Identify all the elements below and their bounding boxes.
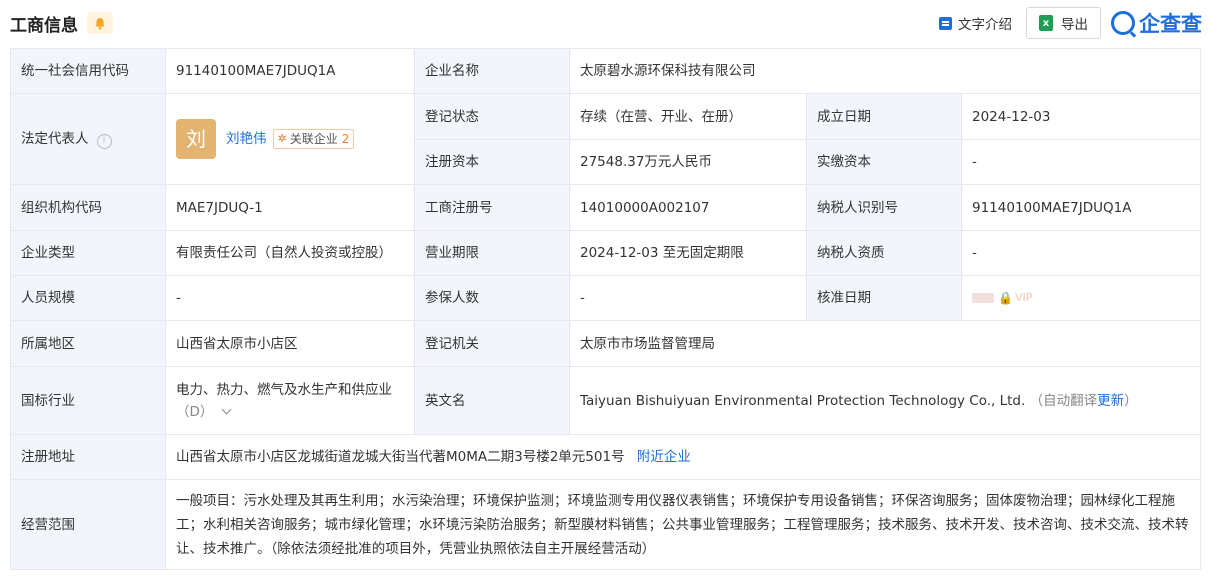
table-row: 组织机构代码 MAE7JDUQ-1 工商注册号 14010000A002107 …: [10, 184, 1201, 231]
paid-capital-value: -: [961, 139, 1201, 185]
english-name-cell: Taiyuan Bishuiyuan Environmental Protect…: [569, 366, 1201, 435]
info-icon[interactable]: i: [96, 133, 112, 149]
paid-capital-label: 实缴资本: [806, 139, 962, 185]
magnifier-logo-icon: [1111, 11, 1135, 35]
vip-locked-value[interactable]: 🔒 VIP: [972, 287, 1032, 309]
reg-address-cell: 山西省太原市小店区龙城街道龙城大街当代著M0MA二期3号楼2单元501号 附近企…: [165, 434, 1201, 480]
est-date-value: 2024-12-03: [961, 93, 1201, 140]
update-link[interactable]: 更新: [1097, 393, 1124, 409]
insured-label: 参保人数: [414, 275, 570, 321]
credit-code-label: 统一社会信用代码: [10, 48, 166, 94]
network-icon: ✲: [277, 132, 287, 145]
legal-rep-label: 法定代表人: [21, 131, 89, 147]
reg-authority-label: 登记机关: [414, 320, 570, 367]
reg-capital-value: 27548.37万元人民币: [569, 139, 807, 185]
table-row: 统一社会信用代码 91140100MAE7JDUQ1A 企业名称 太原碧水源环保…: [10, 48, 1201, 94]
nearby-companies-link[interactable]: 附近企业: [637, 449, 691, 465]
org-code-value: MAE7JDUQ-1: [165, 184, 415, 231]
industry-expand[interactable]: （D）: [176, 401, 404, 423]
related-companies-count: 2: [341, 132, 350, 146]
export-label: 导出: [1061, 17, 1088, 33]
auto-translate-note-end: ）: [1124, 392, 1138, 409]
industry-value: 电力、热力、燃气及水生产和供应业: [176, 381, 392, 398]
insured-value: -: [569, 275, 807, 321]
text-intro-button[interactable]: 文字介绍: [939, 13, 1012, 33]
vip-label: VIP: [1014, 290, 1033, 304]
section-title: 工商信息: [10, 16, 78, 36]
taxpayer-qual-label: 纳税人资质: [806, 230, 962, 276]
biz-scope-value: 一般项目：污水处理及其再生利用；水污染治理；环境保护监测；环境监测专用仪器仪表销…: [165, 479, 1201, 570]
related-companies-tag[interactable]: ✲ 关联企业 2: [272, 129, 355, 149]
reg-authority-value: 太原市市场监督管理局: [569, 320, 1201, 367]
section-header: 工商信息 文字介绍 x 导出 企查查: [0, 0, 1214, 46]
chevron-down-icon: [221, 404, 232, 414]
auto-translate-note: （自动翻译: [1029, 392, 1098, 409]
reg-address-value: 山西省太原市小店区龙城街道龙城大街当代著M0MA二期3号楼2单元501号: [176, 449, 625, 465]
region-label: 所属地区: [10, 320, 166, 367]
text-intro-label: 文字介绍: [958, 17, 1012, 33]
related-companies-label: 关联企业: [289, 132, 338, 146]
reg-capital-label: 注册资本: [414, 139, 570, 185]
table-row: 经营范围 一般项目：污水处理及其再生利用；水污染治理；环境保护监测；环境监测专用…: [10, 479, 1201, 570]
logo-text: 企查查: [1139, 12, 1202, 36]
legal-rep-name-link[interactable]: 刘艳伟: [226, 128, 267, 150]
table-row: 所属地区 山西省太原市小店区 登记机关 太原市市场监督管理局: [10, 320, 1201, 367]
taxpayer-qual-value: -: [961, 230, 1201, 276]
staff-size-label: 人员规模: [10, 275, 166, 321]
biz-term-value: 2024-12-03 至无固定期限: [569, 230, 807, 276]
org-code-label: 组织机构代码: [10, 184, 166, 231]
bell-icon[interactable]: [87, 12, 113, 34]
industry-label: 国标行业: [10, 366, 166, 435]
biz-reg-no-value: 14010000A002107: [569, 184, 807, 231]
reg-status-label: 登记状态: [414, 93, 570, 140]
blurred-value: [972, 292, 994, 303]
table-row: 法定代表人 i 刘 刘艳伟 ✲ 关联企业 2 登记状态 存续（在营、开业、在册） …: [10, 93, 1201, 185]
legal-rep-label-cell: 法定代表人 i: [10, 93, 166, 185]
reg-status-value: 存续（在营、开业、在册）: [569, 93, 807, 140]
biz-reg-no-label: 工商注册号: [414, 184, 570, 231]
table-row: 人员规模 - 参保人数 - 核准日期 🔒 VIP: [10, 275, 1201, 321]
company-type-value: 有限责任公司（自然人投资或控股）: [165, 230, 415, 276]
reg-address-label: 注册地址: [10, 434, 166, 480]
industry-cell: 电力、热力、燃气及水生产和供应业 （D）: [165, 366, 415, 435]
excel-icon: x: [1039, 15, 1053, 31]
english-name-label: 英文名: [414, 366, 570, 435]
lock-icon: 🔒: [998, 290, 1013, 305]
legal-rep-cell: 刘 刘艳伟 ✲ 关联企业 2: [165, 93, 415, 185]
region-value: 山西省太原市小店区: [165, 320, 415, 367]
industry-code: （D）: [176, 403, 214, 420]
taxpayer-id-label: 纳税人识别号: [806, 184, 962, 231]
company-type-label: 企业类型: [10, 230, 166, 276]
document-icon: [939, 16, 952, 30]
approval-date-label: 核准日期: [806, 275, 962, 321]
table-row: 国标行业 电力、热力、燃气及水生产和供应业 （D） 英文名 Taiyuan Bi…: [10, 366, 1201, 435]
company-name-label: 企业名称: [414, 48, 570, 94]
staff-size-value: -: [165, 275, 415, 321]
biz-term-label: 营业期限: [414, 230, 570, 276]
biz-scope-label: 经营范围: [10, 479, 166, 570]
table-row: 企业类型 有限责任公司（自然人投资或控股） 营业期限 2024-12-03 至无…: [10, 230, 1201, 276]
approval-date-cell: 🔒 VIP: [961, 275, 1201, 321]
table-row: 注册地址 山西省太原市小店区龙城街道龙城大街当代著M0MA二期3号楼2单元501…: [10, 434, 1201, 480]
avatar[interactable]: 刘: [176, 119, 216, 159]
est-date-label: 成立日期: [806, 93, 962, 140]
company-name-value: 太原碧水源环保科技有限公司: [569, 48, 1201, 94]
english-name-value: Taiyuan Bishuiyuan Environmental Protect…: [580, 392, 1026, 409]
credit-code-value: 91140100MAE7JDUQ1A: [165, 48, 415, 94]
qichacha-logo: 企查查: [1111, 8, 1202, 38]
taxpayer-id-value: 91140100MAE7JDUQ1A: [961, 184, 1201, 231]
business-info-table: 统一社会信用代码 91140100MAE7JDUQ1A 企业名称 太原碧水源环保…: [10, 48, 1201, 570]
export-button[interactable]: x 导出: [1026, 7, 1101, 39]
